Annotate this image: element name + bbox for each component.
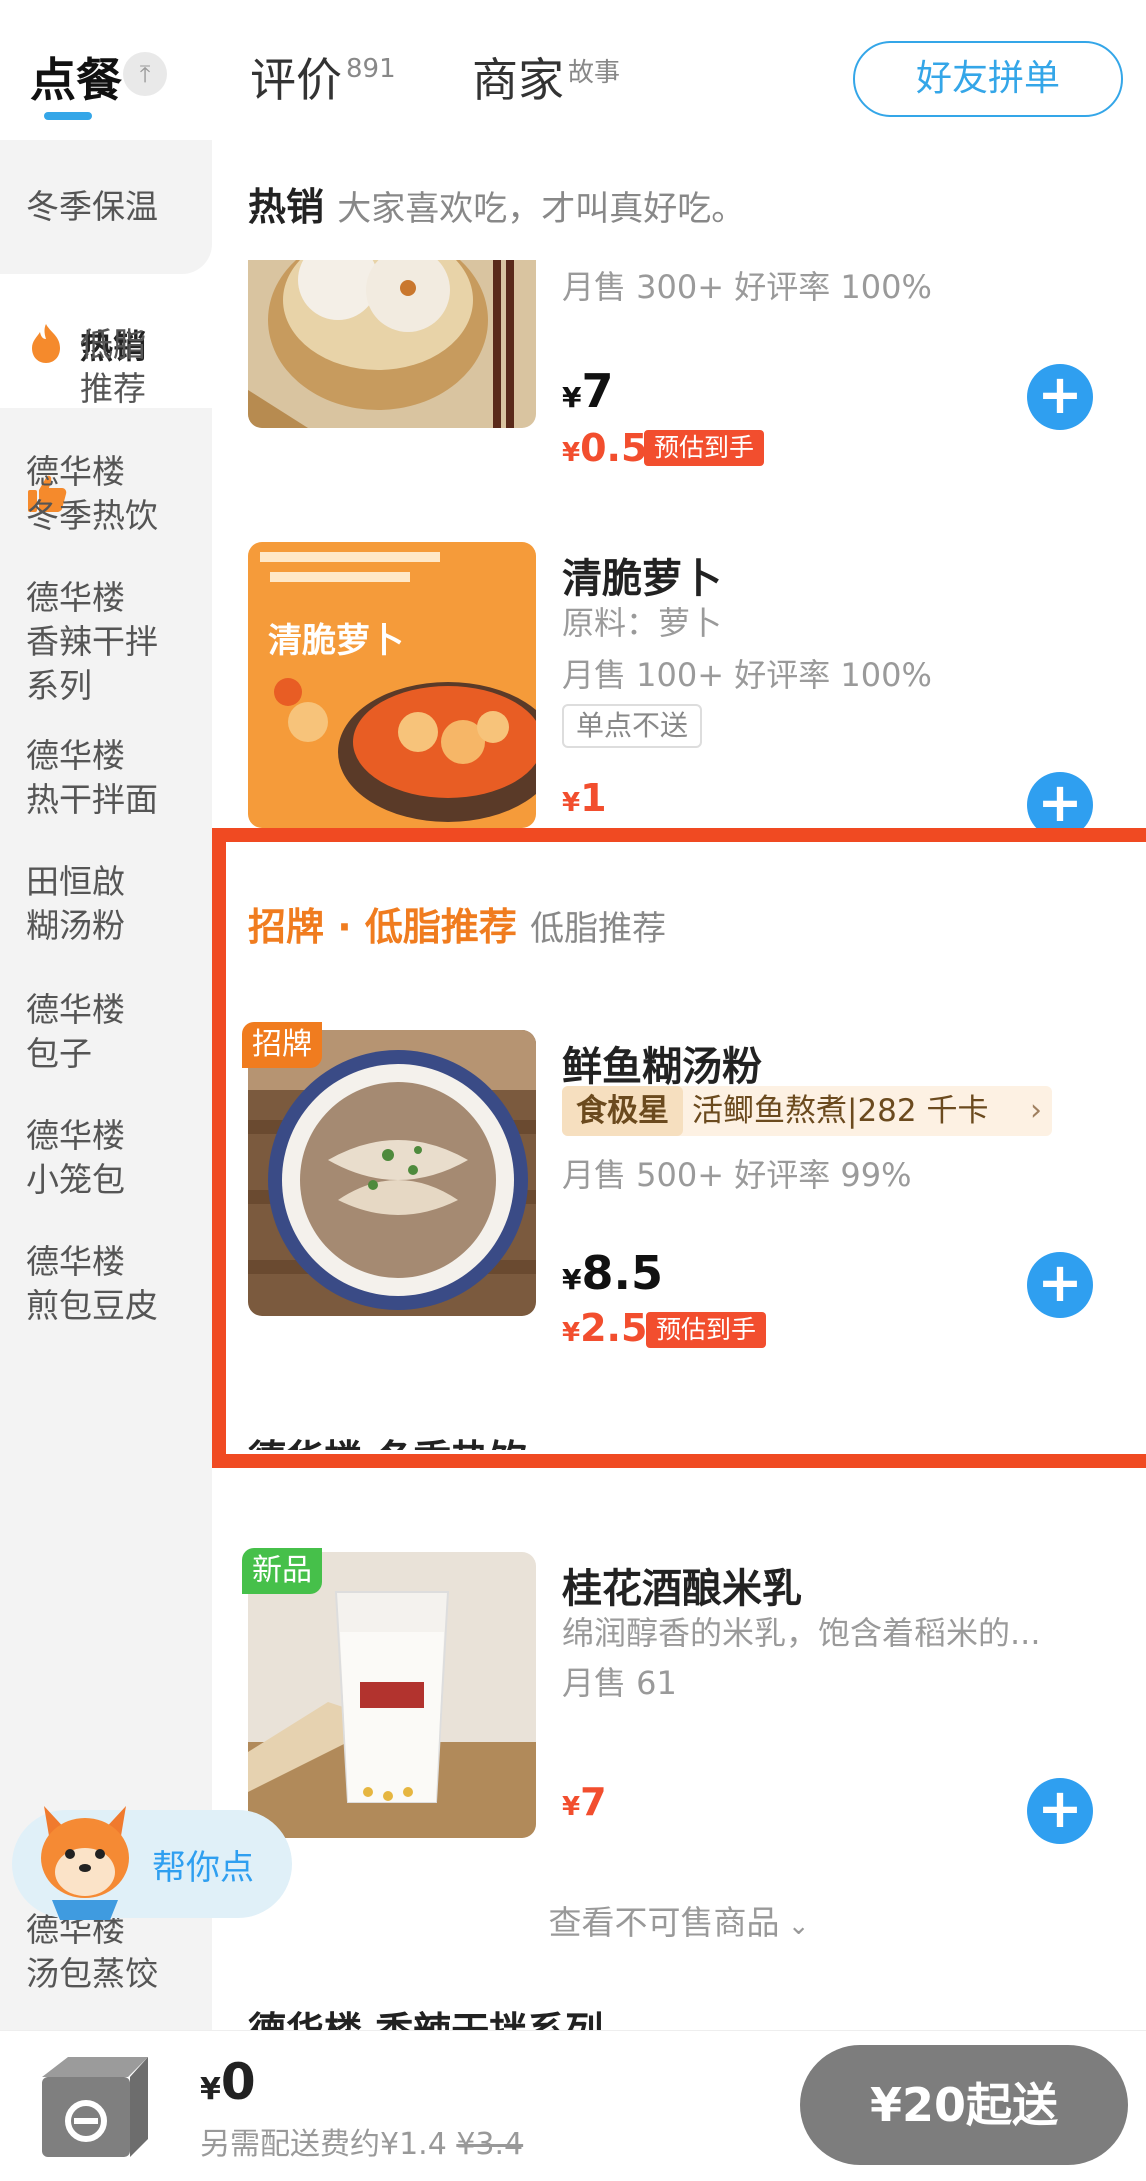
svg-text:清脆萝卜: 清脆萝卜 (268, 621, 404, 661)
food-star-text: 活鲫鱼熬煮|282 千卡 (692, 1093, 989, 1129)
section-header-signature: 招牌 · 低脂推荐 低脂推荐 (248, 896, 666, 951)
add-radish-button[interactable]: + (1027, 772, 1093, 838)
sidebar-item-xiaolongbao[interactable]: 德华楼 小笼包 (26, 1114, 206, 1202)
bun-sales: 月售 300+ 好评率 100% (562, 268, 932, 306)
merchant-story-label: 故事 (568, 58, 621, 88)
pin-top-icon[interactable]: ⤒ (123, 52, 167, 96)
sidebar-item-spicy-dry[interactable]: 德华楼 香辣干拌 系列 (26, 576, 206, 708)
fish-noodle-price: ¥8.5 (562, 1246, 663, 1300)
new-corner-badge: 新品 (242, 1548, 322, 1594)
section-title: 热销 (248, 185, 325, 229)
sidebar-item-paste-noodles[interactable]: 田恒啟 糊汤粉 (26, 860, 206, 948)
rice-milk-desc: 绵润醇香的米乳，饱含着稻米的... (562, 1614, 1041, 1652)
group-order-button[interactable]: 好友拼单 (853, 41, 1123, 117)
sidebar-item-winter-warm[interactable]: 冬季保温 (26, 185, 206, 229)
section-header-spicy-dry: 德华楼 香辣干拌系列 (248, 2000, 603, 2030)
food-star-strip[interactable]: 食极星 活鲫鱼熬煮|282 千卡 › (562, 1086, 1052, 1136)
radish-price: ¥1 (562, 776, 607, 820)
fish-noodle-sales: 月售 500+ 好评率 99% (562, 1156, 912, 1194)
delivery-fee-text: 另需配送费约¥1.4 ¥3.4 (200, 2127, 524, 2162)
radish-sales: 月售 100+ 好评率 100% (562, 656, 932, 694)
sidebar-item-low-fat[interactable]: 低脂 推荐 (80, 323, 212, 411)
tab-merchant[interactable]: 商家 (472, 44, 564, 110)
sidebar-cap-top (0, 240, 212, 274)
bun-price: ¥7 (562, 364, 614, 418)
fish-noodle-name: 鲜鱼糊汤粉 (562, 1044, 762, 1090)
category-sidebar: 冬季保温 热销 低脂 推荐 德华楼 冬季热饮 德华楼 香辣干拌 系列 德华楼 热… (0, 140, 212, 2030)
active-tab-indicator (44, 112, 92, 120)
fish-noodle-estimated-price: ¥2.5 (562, 1306, 648, 1350)
sidebar-item-hot-dry-noodles[interactable]: 德华楼 热干拌面 (26, 734, 206, 822)
add-bun-button[interactable]: + (1027, 364, 1093, 430)
cart-bar: ¥0 另需配送费约¥1.4 ¥3.4 ¥20起送 (0, 2030, 1146, 2181)
product-image-fish-noodle[interactable] (248, 1030, 536, 1316)
section-subtitle: 低脂推荐 (530, 909, 667, 949)
cart-total: ¥0 (200, 2053, 256, 2111)
sidebar-cap-bottom (0, 408, 212, 442)
radish-not-single-tag: 单点不送 (562, 704, 703, 748)
cart-box-icon[interactable] (28, 2047, 154, 2165)
tab-order[interactable]: 点餐 (30, 44, 122, 110)
reviews-count: 891 (346, 54, 396, 84)
top-tab-bar: 点餐 ⤒ 评价 891 商家 故事 好友拼单 (0, 0, 1146, 140)
bun-estimated-badge: 预估到手 (644, 430, 765, 466)
chevron-down-icon: ⌄ (779, 1911, 810, 1941)
rice-milk-price: ¥7 (562, 1780, 607, 1824)
chevron-right-icon: › (1030, 1093, 1042, 1128)
see-unavailable-link[interactable]: 查看不可售商品 ⌄ (212, 1896, 1146, 1944)
product-image-rice-milk[interactable] (248, 1552, 536, 1838)
help-order-label: 帮你点 (152, 1848, 254, 1888)
section-header-winter-drinks: 德华楼 冬季热饮 (248, 1428, 527, 1450)
section-header-hot: 热销 大家喜欢吃，才叫真好吃。 (248, 176, 745, 231)
sidebar-item-buns[interactable]: 德华楼 包子 (26, 988, 206, 1076)
section-title: 招牌 · 低脂推荐 (248, 905, 517, 949)
add-rice-milk-button[interactable]: + (1027, 1778, 1093, 1844)
bun-estimated-price: ¥0.5 (562, 426, 648, 470)
sidebar-item-winter-drinks[interactable]: 德华楼 冬季热饮 (26, 450, 206, 538)
tab-reviews[interactable]: 评价 (250, 44, 342, 110)
fish-noodle-estimated-badge: 预估到手 (646, 1312, 767, 1348)
rice-milk-name: 桂花酒酿米乳 (562, 1566, 802, 1612)
original-fee: ¥3.4 (456, 2127, 524, 2162)
sidebar-item-fried-buns[interactable]: 德华楼 煎包豆皮 (26, 1240, 206, 1328)
product-image-radish[interactable]: 清脆萝卜 (248, 542, 536, 828)
rice-milk-sales: 月售 61 (562, 1664, 677, 1702)
radish-ingredients: 原料：萝卜 (562, 604, 723, 642)
signature-corner-badge: 招牌 (242, 1022, 322, 1068)
food-star-badge: 食极星 (562, 1086, 683, 1136)
min-order-button[interactable]: ¥20起送 (800, 2045, 1128, 2165)
flame-icon (32, 324, 60, 363)
add-fish-noodle-button[interactable]: + (1027, 1252, 1093, 1318)
section-subtitle: 大家喜欢吃，才叫真好吃。 (337, 189, 746, 229)
product-image-bun[interactable] (248, 260, 536, 428)
radish-name: 清脆萝卜 (562, 556, 722, 602)
menu-list: 热销 大家喜欢吃，才叫真好吃。 月售 300+ 好评率 100% ¥7 ¥0.5… (212, 140, 1146, 2030)
shiba-mascot-icon[interactable] (30, 1796, 140, 1926)
